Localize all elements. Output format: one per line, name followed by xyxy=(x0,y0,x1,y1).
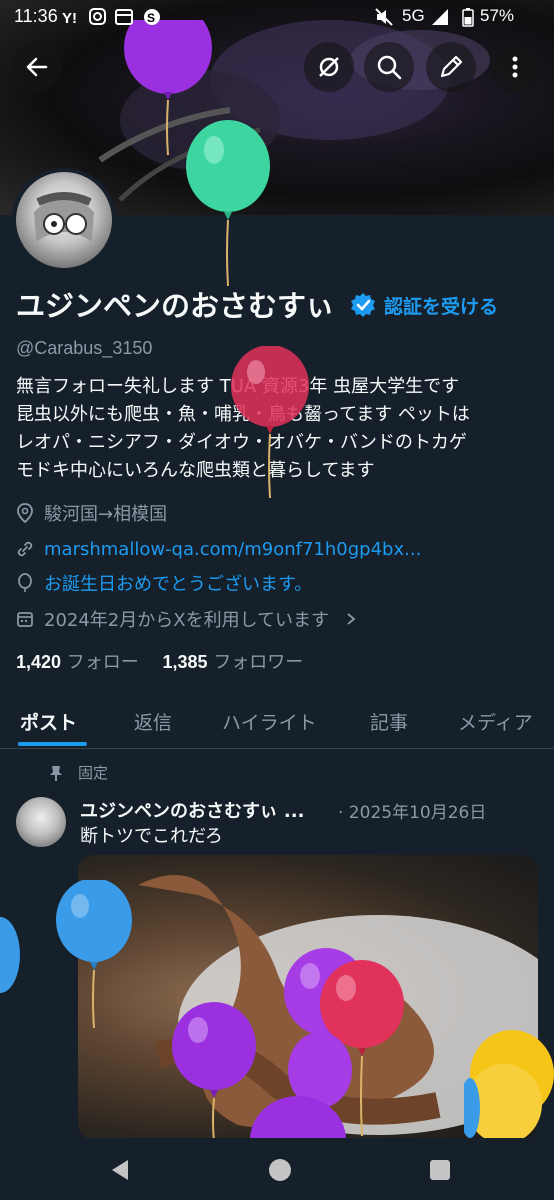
link-icon xyxy=(17,541,33,557)
system-nav-bar xyxy=(0,1138,554,1200)
following-count: 1,420 xyxy=(16,652,62,672)
grok-button[interactable] xyxy=(304,42,354,92)
pinned-indicator: 固定 xyxy=(48,762,108,783)
profile-handle: @Carabus_3150 xyxy=(16,338,153,358)
status-bar: 11:36 Y! S 5G 57% xyxy=(0,0,554,34)
calendar-icon xyxy=(17,612,33,627)
arrow-left-icon xyxy=(26,57,48,77)
followers-link[interactable]: 1,385 フォロワー xyxy=(163,652,304,673)
pencil-icon xyxy=(440,55,463,78)
more-vertical-icon xyxy=(512,56,518,78)
yahoo-icon: Y! xyxy=(62,7,82,27)
profile-joined[interactable]: 2024年2月からXを利用しています xyxy=(16,604,369,634)
post-text: 断トツでこれだろ xyxy=(80,826,223,847)
nav-back-icon[interactable] xyxy=(108,1158,132,1182)
get-verified-link[interactable]: 認証を受ける xyxy=(384,292,498,319)
pin-icon xyxy=(50,765,62,781)
balloon-red xyxy=(231,346,309,499)
birthday-text[interactable]: お誕生日おめでとうございます。 xyxy=(44,570,312,596)
active-tab-indicator xyxy=(18,742,87,746)
tab-media[interactable]: メディア xyxy=(458,708,533,735)
balloon-purple xyxy=(250,1096,346,1140)
svg-text:S: S xyxy=(147,11,155,25)
nav-recents-icon[interactable] xyxy=(428,1158,452,1182)
post-author-avatar[interactable] xyxy=(16,797,66,847)
profile-tabs: ポスト 返信 ハイライト 記事 メディア xyxy=(0,690,554,749)
search-icon xyxy=(377,55,402,80)
chevron-right-icon xyxy=(347,613,356,625)
search-button[interactable] xyxy=(364,42,414,92)
balloon-yellow xyxy=(464,1030,554,1140)
battery-level: 57% xyxy=(480,6,515,25)
edit-button[interactable] xyxy=(426,42,476,92)
joined-text: 2024年2月からXを利用しています xyxy=(44,610,330,631)
profile-stats: 1,420 フォロー 1,385 フォロワー xyxy=(16,648,303,674)
followers-label: フォロワー xyxy=(213,652,304,673)
balloon-purple xyxy=(172,1002,256,1141)
profile-location: 駿河国→相模国 xyxy=(16,498,167,528)
instagram-icon xyxy=(88,7,108,27)
following-label: フォロー xyxy=(66,652,139,673)
more-button[interactable] xyxy=(490,42,540,92)
verified-badge-icon[interactable] xyxy=(350,292,376,318)
signal-icon xyxy=(430,7,450,27)
profile-website[interactable]: marshmallow-qa.com/m9onf71h0gp4bx... xyxy=(16,534,421,564)
website-link[interactable]: marshmallow-qa.com/m9onf71h0gp4bx... xyxy=(44,539,421,560)
location-text: 駿河国→相模国 xyxy=(44,504,168,525)
following-link[interactable]: 1,420 フォロー xyxy=(16,652,139,673)
status-time: 11:36 xyxy=(14,6,58,26)
back-button[interactable] xyxy=(12,42,62,92)
network-type: 5G xyxy=(402,6,425,25)
profile-avatar[interactable] xyxy=(12,168,116,272)
balloon-icon xyxy=(18,573,32,592)
mute-icon xyxy=(374,7,394,27)
followers-count: 1,385 xyxy=(162,652,208,672)
calendar-notification-icon xyxy=(114,7,134,27)
location-pin-icon xyxy=(17,503,33,523)
balloon-blue-partial xyxy=(0,917,20,993)
tab-articles[interactable]: 記事 xyxy=(370,708,408,735)
tab-posts[interactable]: ポスト xyxy=(20,708,77,735)
nav-home-icon[interactable] xyxy=(268,1158,292,1182)
tab-replies[interactable]: 返信 xyxy=(134,708,172,735)
app-notification-icon: S xyxy=(142,7,162,27)
battery-icon xyxy=(462,7,482,27)
tab-highlights[interactable]: ハイライト xyxy=(222,708,317,735)
post-author-name[interactable]: ユジンペンのおさむすぃ ... xyxy=(80,797,304,823)
grok-icon xyxy=(319,57,339,77)
profile-display-name: ユジンペンのおさむすぃ xyxy=(16,289,335,323)
balloon-green xyxy=(186,120,270,287)
profile-birthday: お誕生日おめでとうございます。 xyxy=(16,568,312,598)
svg-text:Y!: Y! xyxy=(62,10,77,27)
balloon-blue xyxy=(56,880,132,1029)
post-date[interactable]: · 2025年10月26日 xyxy=(338,798,486,823)
pinned-label: 固定 xyxy=(78,764,109,782)
